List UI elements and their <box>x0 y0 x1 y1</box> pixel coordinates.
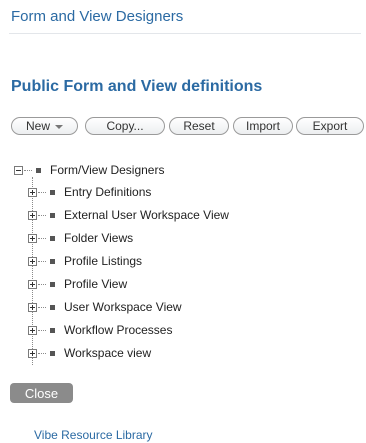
reset-button-label: Reset <box>183 119 215 133</box>
tree-connector <box>38 329 46 331</box>
folder-icon <box>36 167 41 173</box>
tree-item-label[interactable]: Profile Listings <box>64 254 142 268</box>
tree-connector <box>38 283 46 285</box>
tree-root: Form/View Designers <box>14 162 164 178</box>
tree-item-label[interactable]: External User Workspace View <box>64 208 229 222</box>
folder-icon <box>50 235 55 241</box>
chevron-down-icon <box>55 125 63 129</box>
close-button[interactable]: Close <box>10 383 73 403</box>
reset-button[interactable]: Reset <box>169 117 229 135</box>
tree-connector <box>38 260 46 262</box>
tree-connector <box>38 191 46 193</box>
new-button[interactable]: New <box>11 117 78 135</box>
tree-connector <box>24 169 32 171</box>
expand-icon[interactable] <box>28 325 37 335</box>
export-button-label: Export <box>312 119 348 133</box>
export-button[interactable]: Export <box>296 117 364 135</box>
expand-icon[interactable] <box>28 210 37 220</box>
tree-item-user-workspace-view: User Workspace View <box>28 299 182 315</box>
tree-item-folder-views: Folder Views <box>28 230 133 246</box>
tree-item-label[interactable]: Folder Views <box>64 231 133 245</box>
tree-item-profile-view: Profile View <box>28 276 127 292</box>
new-button-label: New <box>25 119 50 133</box>
copy-button[interactable]: Copy... <box>85 117 165 135</box>
collapse-icon[interactable] <box>14 165 23 175</box>
folder-icon <box>50 304 55 310</box>
tree-item-label[interactable]: Workspace view <box>64 346 151 360</box>
expand-icon[interactable] <box>28 279 37 289</box>
tree-item-external-user-workspace-view: External User Workspace View <box>28 207 229 223</box>
copy-button-label: Copy... <box>106 119 144 133</box>
tree-item-label[interactable]: Entry Definitions <box>64 185 151 199</box>
expand-icon[interactable] <box>28 348 37 358</box>
vibe-resource-library-link[interactable]: Vibe Resource Library <box>34 428 153 442</box>
expand-icon[interactable] <box>28 187 37 197</box>
page-title: Form and View Designers <box>11 8 184 25</box>
import-button-label: Import <box>245 119 280 133</box>
tree-connector <box>38 352 46 354</box>
tree-item-entry-definitions: Entry Definitions <box>28 184 151 200</box>
folder-icon <box>50 281 55 287</box>
tree-connector <box>38 306 46 308</box>
tree-connector <box>38 237 46 239</box>
folder-icon <box>50 212 55 218</box>
tree-item-profile-listings: Profile Listings <box>28 253 142 269</box>
folder-icon <box>50 350 55 356</box>
expand-icon[interactable] <box>28 233 37 243</box>
tree-connector <box>38 214 46 216</box>
tree-item-label[interactable]: Workflow Processes <box>64 323 172 337</box>
section-heading: Public Form and View definitions <box>11 78 263 95</box>
tree-root-label[interactable]: Form/View Designers <box>50 163 164 177</box>
folder-icon <box>50 327 55 333</box>
expand-icon[interactable] <box>28 302 37 312</box>
tree-item-workflow-processes: Workflow Processes <box>28 322 172 338</box>
expand-icon[interactable] <box>28 256 37 266</box>
import-button[interactable]: Import <box>233 117 293 135</box>
title-divider <box>9 33 361 34</box>
tree-item-label[interactable]: User Workspace View <box>64 300 182 314</box>
folder-icon <box>50 189 55 195</box>
tree-item-workspace-view: Workspace view <box>28 345 151 361</box>
folder-icon <box>50 258 55 264</box>
tree-item-label[interactable]: Profile View <box>64 277 127 291</box>
